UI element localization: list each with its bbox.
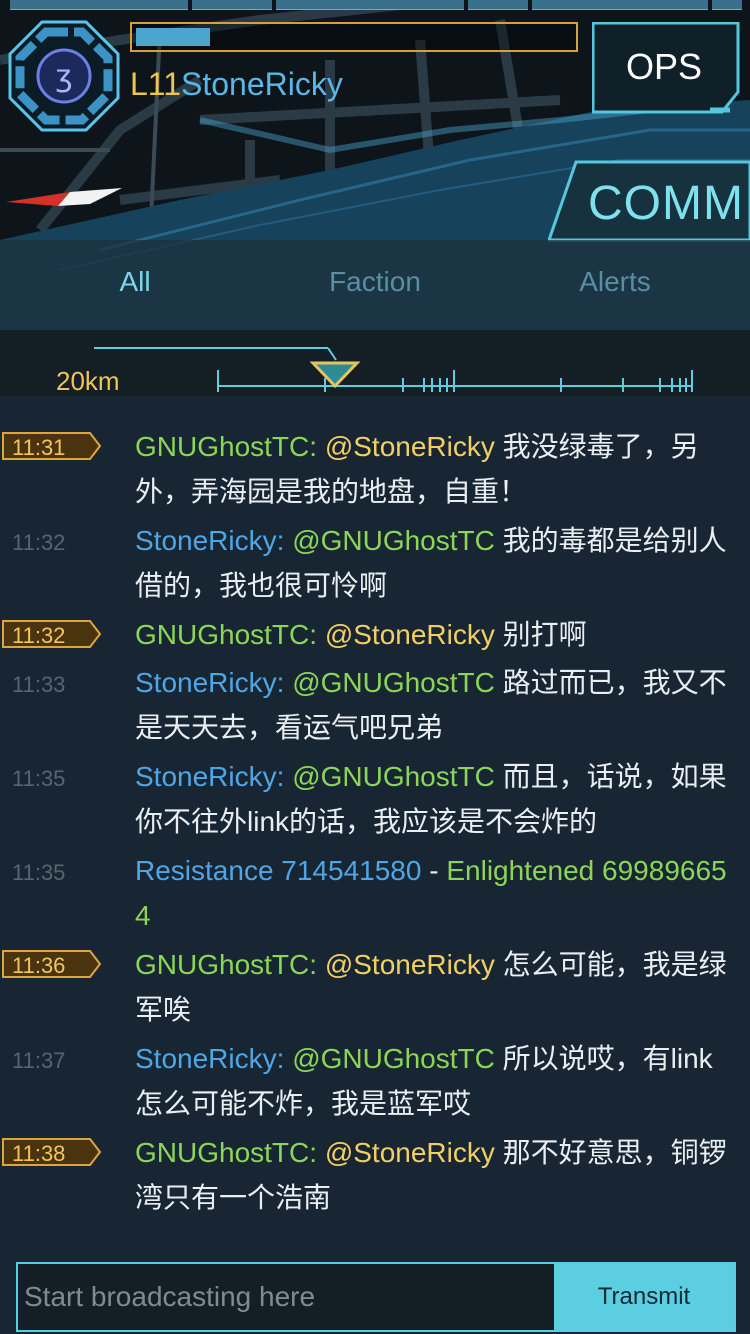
comm-panel-tab[interactable]: COMM bbox=[546, 160, 750, 242]
score-separator: - bbox=[421, 855, 447, 886]
message-body: StoneRicky: @GNUGhostTC 而且，话说，如果你不往外link… bbox=[135, 754, 735, 844]
message-body: GNUGhostTC: @StoneRicky 那不好意思，铜锣湾只有一个浩南 bbox=[135, 1130, 735, 1220]
tab-all[interactable]: All bbox=[15, 266, 255, 298]
agent-name: StoneRicky bbox=[181, 66, 343, 102]
agent-avatar[interactable]: ʒ bbox=[8, 20, 120, 132]
message-body: Resistance 714541580 - Enlightened 69989… bbox=[135, 848, 735, 938]
message-body: GNUGhostTC: @StoneRicky 怎么可能，我是绿军唉 bbox=[135, 942, 735, 1032]
range-handle[interactable] bbox=[309, 361, 361, 389]
broadcast-bar: Transmit bbox=[16, 1262, 736, 1332]
message-mention[interactable]: @GNUGhostTC bbox=[292, 525, 495, 556]
message-mention[interactable]: @StoneRicky bbox=[325, 431, 495, 462]
message-sender[interactable]: StoneRicky: bbox=[135, 525, 284, 556]
message-time: 11:35 bbox=[12, 860, 66, 885]
message-sender[interactable]: StoneRicky: bbox=[135, 1043, 284, 1074]
message-time: 11:32 bbox=[12, 530, 66, 555]
message-text: 别打啊 bbox=[494, 619, 587, 650]
timestamp-highlight-tag: 11:31 bbox=[2, 432, 102, 460]
timestamp-highlight-tag: 11:38 bbox=[2, 1138, 102, 1166]
enlightened-ring-icon: ʒ bbox=[8, 20, 120, 132]
message-sender[interactable]: GNUGhostTC: bbox=[135, 619, 317, 650]
message-body: StoneRicky: @GNUGhostTC 我的毒都是给别人借的，我也很可怜… bbox=[135, 518, 735, 608]
tab-faction[interactable]: Faction bbox=[255, 266, 495, 298]
resistance-score: Resistance 714541580 bbox=[135, 855, 422, 886]
range-label: 20km bbox=[56, 366, 120, 396]
message-time: 11:38 bbox=[12, 1141, 66, 1166]
svg-text:ʒ: ʒ bbox=[55, 59, 72, 94]
range-slider[interactable]: 20km bbox=[0, 330, 750, 396]
message-body: GNUGhostTC: @StoneRicky 我没绿毒了，另外，弄海园是我的地… bbox=[135, 424, 735, 514]
comm-label: COMM bbox=[588, 177, 744, 230]
message-mention[interactable]: @GNUGhostTC bbox=[292, 667, 495, 698]
message-list[interactable]: 11:31 GNUGhostTC: @StoneRicky 我没绿毒了，另外，弄海… bbox=[0, 396, 750, 1256]
timestamp-highlight-tag: 11:36 bbox=[2, 950, 102, 978]
app: ʒ L11 StoneRicky OPS COMM All Faction Al… bbox=[0, 0, 750, 1334]
message-mention[interactable]: @StoneRicky bbox=[325, 619, 495, 650]
message-time: 11:33 bbox=[12, 672, 66, 697]
message-time: 11:35 bbox=[12, 766, 66, 791]
ops-label: OPS bbox=[625, 46, 703, 87]
message-sender[interactable]: GNUGhostTC: bbox=[135, 1137, 317, 1168]
agent-level: L11 bbox=[130, 66, 182, 102]
xp-progress-fill bbox=[136, 28, 210, 46]
message-body: StoneRicky: @GNUGhostTC 路过而已，我又不是天天去，看运气… bbox=[135, 660, 735, 750]
tab-alerts[interactable]: Alerts bbox=[495, 266, 735, 298]
message-mention[interactable]: @GNUGhostTC bbox=[292, 761, 495, 792]
broadcast-input[interactable] bbox=[18, 1264, 554, 1330]
message-body: GNUGhostTC: @StoneRicky 别打啊 bbox=[135, 612, 735, 657]
message-time: 11:37 bbox=[12, 1048, 66, 1073]
message-body: StoneRicky: @GNUGhostTC 所以说哎，有link怎么可能不炸… bbox=[135, 1036, 735, 1126]
timestamp-highlight-tag: 11:32 bbox=[2, 620, 102, 648]
message-time: 11:36 bbox=[12, 953, 66, 978]
message-sender[interactable]: StoneRicky: bbox=[135, 761, 284, 792]
message-mention[interactable]: @GNUGhostTC bbox=[292, 1043, 495, 1074]
message-mention[interactable]: @StoneRicky bbox=[325, 949, 495, 980]
message-time: 11:32 bbox=[12, 623, 66, 648]
top-progress-strip bbox=[0, 0, 750, 10]
message-sender[interactable]: StoneRicky: bbox=[135, 667, 284, 698]
comm-filter-tabs: All Faction Alerts bbox=[0, 240, 750, 330]
message-sender[interactable]: GNUGhostTC: bbox=[135, 431, 317, 462]
compass-icon[interactable] bbox=[6, 188, 122, 212]
message-mention[interactable]: @StoneRicky bbox=[325, 1137, 495, 1168]
message-time: 11:31 bbox=[12, 435, 66, 460]
message-sender[interactable]: GNUGhostTC: bbox=[135, 949, 317, 980]
transmit-button[interactable]: Transmit bbox=[554, 1264, 734, 1330]
ops-button[interactable]: OPS bbox=[591, 21, 740, 114]
xp-progress-bar bbox=[130, 22, 578, 52]
